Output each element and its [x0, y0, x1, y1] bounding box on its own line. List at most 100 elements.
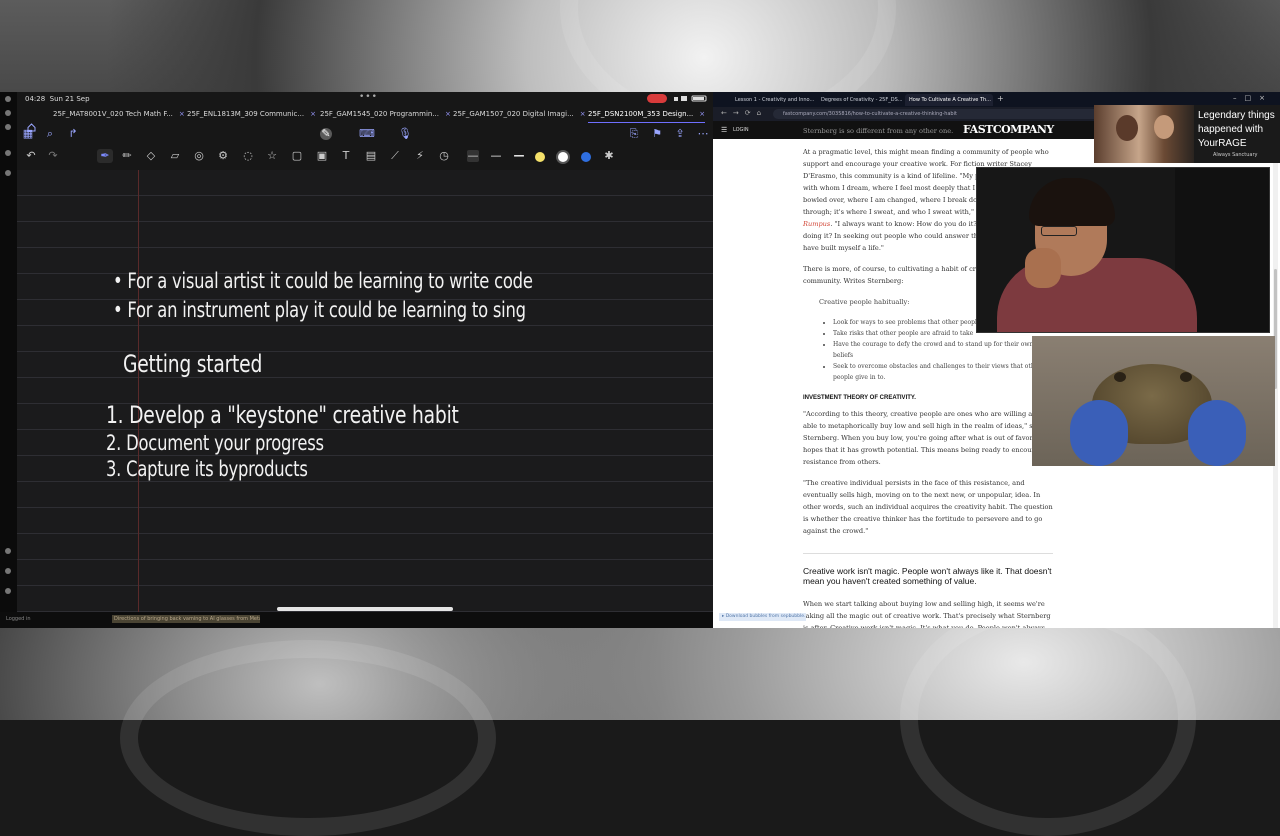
sticker-icon[interactable]: ▢	[291, 150, 303, 162]
glasses-shape	[1041, 226, 1077, 236]
color-picker-icon[interactable]: ✱	[603, 150, 615, 162]
strip-dot-icon[interactable]	[5, 588, 11, 594]
close-icon[interactable]: ×	[179, 110, 185, 118]
bookmark-arrow-icon[interactable]: ↱	[67, 128, 79, 140]
window-controls-icon[interactable]: –□×	[1233, 94, 1273, 102]
frog-video-overlay	[1032, 336, 1275, 466]
notebook-tabs: 25F_MAT8001V_020 Tech Math F... × 25F_ENL…	[17, 106, 713, 132]
strip-dot-icon[interactable]	[5, 150, 11, 156]
background-swirl	[900, 600, 1196, 836]
lasso-fill-icon[interactable]: ⚙	[217, 150, 229, 162]
keyboard-icon[interactable]: ⌨	[359, 128, 375, 140]
text-icon[interactable]: T	[340, 150, 352, 162]
video-ad-overlay[interactable]: Legendary things happened with YourRAGE …	[1094, 105, 1280, 163]
strip-dot-icon[interactable]	[5, 110, 11, 116]
close-icon[interactable]: ×	[310, 110, 316, 118]
search-icon[interactable]: ⌕	[44, 128, 56, 140]
note-heading: Getting started	[123, 350, 263, 378]
login-link[interactable]: LOGIN	[733, 127, 749, 133]
laser-icon[interactable]: ⚡	[414, 150, 426, 162]
ad-person	[1154, 115, 1174, 139]
close-icon[interactable]: ×	[445, 110, 451, 118]
grid-icon[interactable]: ▦	[22, 128, 34, 140]
share-icon[interactable]: ⇪	[674, 128, 686, 140]
ad-person	[1116, 115, 1138, 141]
shape-icon[interactable]: ◎	[193, 150, 205, 162]
ad-subtext: Always Sanctuary	[1213, 152, 1258, 158]
nav-arrows-icon[interactable]: ←→⟳⌂	[721, 109, 767, 117]
webcam-overlay	[976, 167, 1270, 333]
browser-tab-lesson1[interactable]: Lesson 1 - Creativity and Inno...	[731, 94, 819, 106]
lasso-icon[interactable]: ◌	[242, 150, 254, 162]
thick-stroke-icon[interactable]: —	[513, 150, 525, 162]
white-color-swatch[interactable]	[558, 152, 568, 162]
home-indicator[interactable]	[277, 607, 453, 611]
pencil-mode-icon[interactable]: ✎	[320, 128, 332, 140]
multitask-dots[interactable]: •••	[359, 92, 378, 102]
tab-gam1545[interactable]: 25F_GAM1545_020 Programmin... ×	[320, 106, 451, 122]
obs-bottom-strip: Logged in Directions of bringing back va…	[0, 612, 713, 628]
bookmark-icon[interactable]: ⚑	[651, 128, 663, 140]
timer-icon[interactable]: ◷	[438, 150, 450, 162]
medium-stroke-icon[interactable]: —	[490, 150, 502, 162]
image-icon[interactable]: ▣	[316, 150, 328, 162]
new-tab-icon[interactable]: +	[997, 94, 1004, 103]
person-hand	[1025, 248, 1061, 288]
more-icon[interactable]: ⋯	[697, 128, 709, 140]
person-hair	[1029, 178, 1115, 226]
mouse-cursor-icon	[1084, 478, 1087, 486]
pencil-icon[interactable]: ✏	[121, 150, 133, 162]
microphone-icon[interactable]: 🎙	[398, 128, 412, 140]
browser-tab-degrees[interactable]: Degrees of Creativity - 25F_DS...	[817, 94, 905, 106]
strip-dot-icon[interactable]	[5, 124, 11, 130]
article-paragraph: "According to this theory, creative peop…	[803, 410, 1046, 466]
tab-enl1813m[interactable]: 25F_ENL1813M_309 Communic... ×	[187, 106, 316, 122]
note-page[interactable]: • For a visual artist it could be learni…	[17, 170, 713, 612]
article-paragraph: When we start talking about buying low a…	[803, 600, 1051, 628]
pull-quote: Creative work isn't magic. People won't …	[803, 566, 1052, 586]
recording-indicator	[647, 94, 667, 103]
background-swirl	[120, 640, 496, 836]
strip-dot-icon[interactable]	[5, 548, 11, 554]
tab-dsn2100m[interactable]: 25F_DSN2100M_353 Design... ×	[588, 106, 706, 123]
ad-text: Legendary things happened with YourRAGE	[1198, 110, 1275, 149]
status-time: 04:28 Sun 21 Sep	[25, 95, 90, 103]
star-icon[interactable]: ☆	[266, 150, 278, 162]
frog-eye	[1180, 372, 1192, 382]
page-margin-line	[138, 170, 139, 612]
close-icon[interactable]: ×	[699, 110, 705, 118]
pen-icon[interactable]: ✒	[99, 150, 111, 162]
menu-icon[interactable]: ☰	[721, 126, 727, 134]
list-item: Have the courage to defy the crowd and t…	[833, 339, 1053, 361]
divider	[803, 553, 1053, 554]
article-paragraph: "The creative individual persists in the…	[803, 479, 1053, 535]
notes-top-toolbar: ▦ ⌕ ↱ ✎ ⌨ 🎙 ⎘ ⚑ ⇪ ⋯	[17, 123, 713, 145]
strip-dot-icon[interactable]	[5, 170, 11, 176]
undo-icon[interactable]: ↶	[25, 150, 37, 162]
side-icon-strip	[0, 92, 17, 628]
eraser-icon[interactable]: ◇	[145, 150, 157, 162]
blue-glove	[1188, 400, 1246, 466]
redo-icon[interactable]: ↷	[47, 150, 59, 162]
strip-dot-icon[interactable]	[5, 96, 11, 102]
yellow-color-swatch[interactable]	[535, 152, 545, 162]
wifi-battery-icon	[674, 95, 707, 102]
frog-eye	[1114, 372, 1126, 382]
thin-stroke-icon[interactable]: —	[467, 150, 479, 162]
note-line-1: • For a visual artist it could be learni…	[113, 269, 533, 293]
add-page-icon[interactable]: ⎘	[628, 128, 640, 140]
photo-icon[interactable]: ▤	[365, 150, 377, 162]
ipad-status-bar: 04:28 Sun 21 Sep •••	[17, 92, 713, 106]
close-icon[interactable]: ×	[580, 110, 586, 118]
browser-tab-cultivate[interactable]: How To Cultivate A Creative Th...	[905, 94, 993, 106]
note-step-2: 2. Document your progress	[106, 431, 324, 455]
ruler-icon[interactable]: ⟋	[389, 150, 401, 162]
caption-bar: Directions of bringing back vaming to AI…	[112, 615, 260, 623]
tab-gam1507[interactable]: 25F_GAM1507_020 Digital Imagi... ×	[453, 106, 586, 122]
tab-mat8001v[interactable]: 25F_MAT8001V_020 Tech Math F... ×	[53, 106, 185, 122]
note-line-2: • For an instrument play it could be lea…	[113, 298, 526, 322]
strip-dot-icon[interactable]	[5, 568, 11, 574]
highlighter-icon[interactable]: ▱	[169, 150, 181, 162]
blue-color-swatch[interactable]	[581, 152, 591, 162]
browser-status-link: ▸ Download bubbles from sepbubble...	[719, 613, 806, 621]
